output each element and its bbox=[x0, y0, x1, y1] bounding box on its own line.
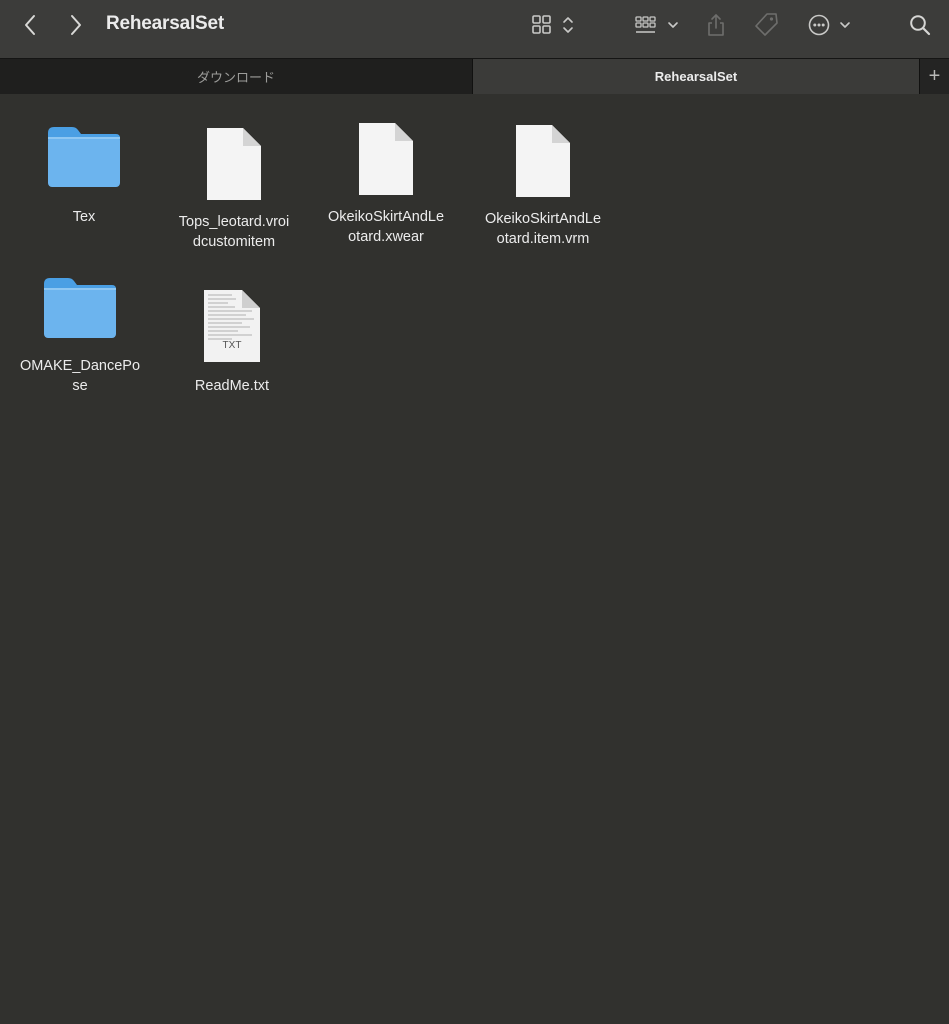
file-item-omake-dancepose-folder[interactable]: OMAKE_DancePo se bbox=[2, 274, 158, 396]
share-button[interactable] bbox=[702, 0, 730, 50]
file-item-okeiko-xwear[interactable]: OkeikoSkirtAndLe otard.xwear bbox=[308, 121, 464, 247]
document-icon bbox=[516, 125, 570, 197]
new-tab-button[interactable]: + bbox=[920, 59, 949, 94]
chevron-left-icon bbox=[25, 15, 35, 35]
icon-grid-view-icon bbox=[532, 15, 573, 34]
tab-downloads[interactable]: ダウンロード bbox=[0, 59, 472, 94]
file-item-label: ReadMe.txt bbox=[194, 378, 270, 394]
ellipsis-circle-icon bbox=[808, 14, 850, 36]
group-button[interactable] bbox=[630, 0, 682, 50]
file-item-readme-txt[interactable]: TXT ReadMe.txt bbox=[154, 288, 310, 396]
view-mode-button[interactable] bbox=[526, 0, 578, 50]
chevron-right-icon bbox=[71, 15, 81, 35]
tag-button[interactable] bbox=[750, 0, 782, 50]
group-list-icon bbox=[635, 16, 678, 33]
file-item-label: Tops_leotard.vroi dcustomitem bbox=[178, 214, 290, 250]
file-item-label: OkeikoSkirtAndLe otard.item.vrm bbox=[484, 211, 602, 247]
folder-icon bbox=[44, 278, 116, 338]
file-item-tops-leotard[interactable]: Tops_leotard.vroi dcustomitem bbox=[156, 126, 312, 252]
text-document-icon bbox=[204, 290, 260, 362]
tab-rehearsalset[interactable]: RehearsalSet bbox=[473, 59, 919, 94]
more-actions-button[interactable] bbox=[804, 0, 854, 50]
txt-badge: TXT bbox=[222, 340, 242, 351]
tab-bar: ダウンロード RehearsalSet + bbox=[0, 58, 949, 94]
back-button[interactable] bbox=[16, 0, 44, 50]
file-icon-grid: Tex Tops_leotard.vroi dcustomitem Okeiko… bbox=[0, 94, 949, 1024]
file-item-tex-folder[interactable]: Tex bbox=[6, 123, 162, 227]
document-icon bbox=[359, 123, 413, 195]
share-icon bbox=[708, 14, 724, 36]
search-button[interactable] bbox=[904, 0, 936, 50]
file-item-label: OMAKE_DancePo se bbox=[19, 358, 141, 394]
window-title: RehearsalSet bbox=[106, 13, 225, 34]
file-item-okeiko-vrm[interactable]: OkeikoSkirtAndLe otard.item.vrm bbox=[465, 123, 621, 249]
file-item-label: OkeikoSkirtAndLe otard.xwear bbox=[327, 209, 445, 245]
toolbar: RehearsalSet bbox=[0, 0, 949, 58]
folder-icon bbox=[48, 127, 120, 187]
search-icon bbox=[910, 15, 931, 36]
file-item-label: Tex bbox=[72, 209, 96, 225]
finder-window: RehearsalSet ダウンロード RehearsalSet + Tex T… bbox=[0, 0, 949, 1024]
tag-icon bbox=[755, 13, 778, 36]
forward-button[interactable] bbox=[62, 0, 90, 50]
document-icon bbox=[207, 128, 261, 200]
